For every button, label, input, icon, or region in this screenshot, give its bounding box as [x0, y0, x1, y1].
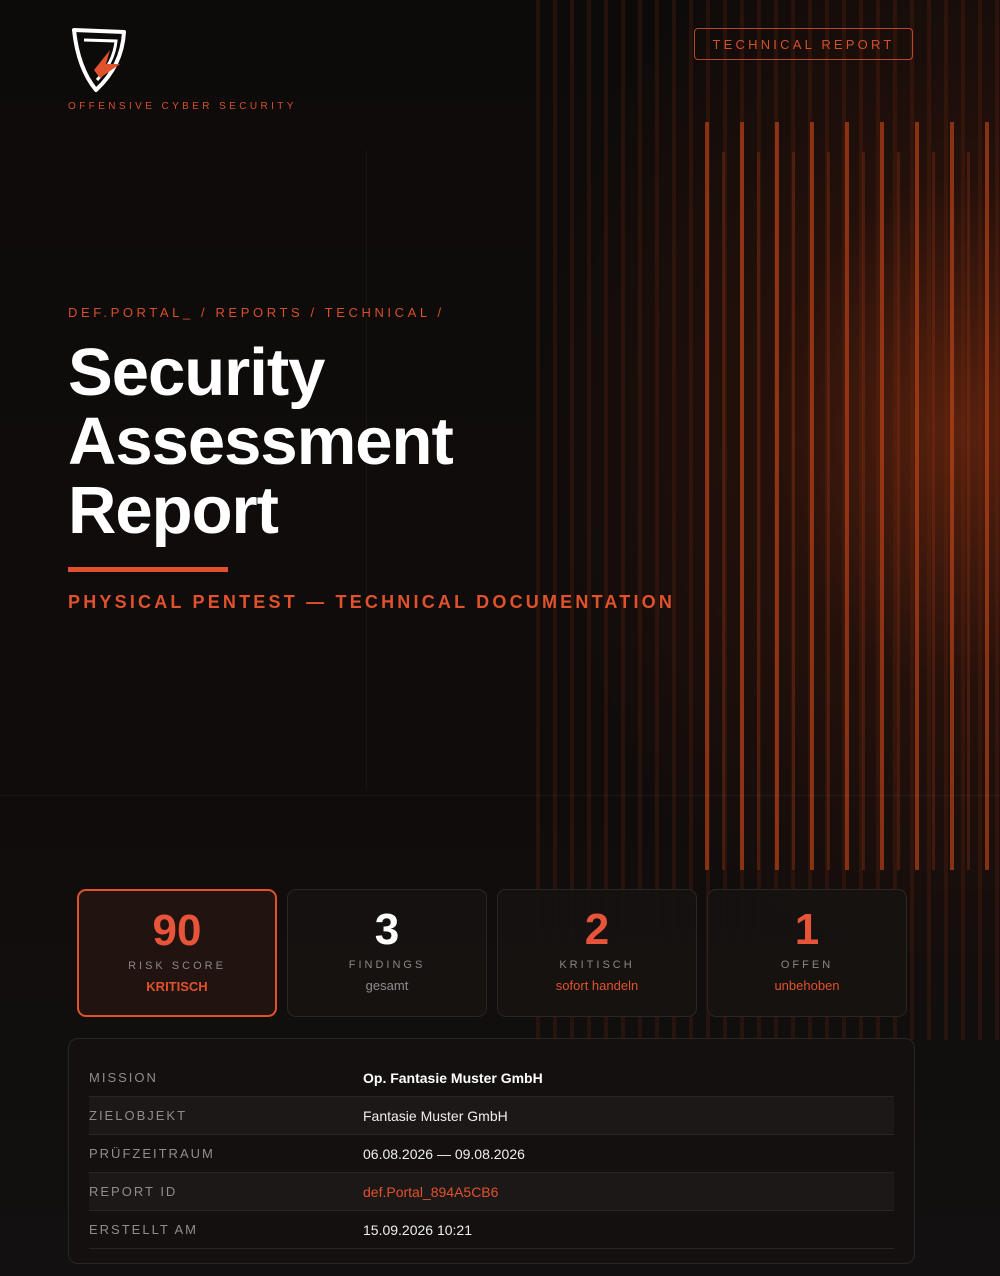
page-title-line: Security: [68, 335, 325, 410]
brand-tagline: OFFENSIVE CYBER SECURITY: [68, 101, 297, 112]
divider-line: [0, 795, 1000, 796]
detail-key: MISSION: [89, 1070, 158, 1085]
page-title: Security Assessment Report: [68, 335, 454, 548]
detail-key: REPORT ID: [89, 1184, 178, 1199]
risk-score-card: 90 RISK SCORE KRITISCH: [77, 889, 277, 1017]
report-details-table: MISSION Op. Fantasie Muster GmbH ZIELOBJ…: [68, 1038, 915, 1264]
open-value: 1: [794, 905, 820, 954]
open-sub: unbehoben: [774, 978, 840, 993]
detail-row-report-id: REPORT ID def.Portal_894A5CB6: [89, 1173, 894, 1211]
detail-value: Fantasie Muster GmbH: [363, 1107, 508, 1124]
detail-value: Op. Fantasie Muster GmbH: [363, 1069, 543, 1086]
detail-row-target: ZIELOBJEKT Fantasie Muster GmbH: [89, 1097, 894, 1135]
open-card: 1 OFFEN unbehoben: [707, 889, 907, 1017]
stats-row: 90 RISK SCORE KRITISCH 3 FINDINGS gesamt…: [77, 889, 907, 1017]
findings-label: FINDINGS: [348, 959, 426, 971]
page-subtitle: PHYSICAL PENTEST — TECHNICAL DOCUMENTATI…: [68, 592, 676, 612]
open-label: OFFEN: [780, 959, 834, 971]
detail-row-period: PRÜFZEITRAUM 06.08.2026 — 09.08.2026: [89, 1135, 894, 1173]
detail-key: PRÜFZEITRAUM: [89, 1146, 215, 1161]
background-stripes-near: [705, 122, 1000, 870]
shield-logo-icon: [70, 26, 128, 94]
findings-card: 3 FINDINGS gesamt: [287, 889, 487, 1017]
page-title-line: Assessment: [68, 404, 454, 479]
critical-label: KRITISCH: [559, 959, 635, 971]
detail-value: 06.08.2026 — 09.08.2026: [363, 1145, 525, 1162]
detail-key: ZIELOBJEKT: [89, 1108, 188, 1123]
detail-key: ERSTELLT AM: [89, 1222, 198, 1237]
page-title-line: Report: [68, 473, 279, 548]
report-type-badge: TECHNICAL REPORT: [694, 28, 913, 60]
title-underline: [68, 567, 228, 572]
risk-score-value: 90: [152, 906, 202, 955]
detail-value: 15.09.2026 10:21: [363, 1221, 472, 1238]
risk-score-label: RISK SCORE: [128, 960, 226, 972]
risk-score-severity: KRITISCH: [146, 979, 208, 994]
detail-row-mission: MISSION Op. Fantasie Muster GmbH: [89, 1059, 894, 1097]
critical-value: 2: [584, 905, 610, 954]
detail-value: def.Portal_894A5CB6: [363, 1183, 499, 1200]
critical-sub: sofort handeln: [555, 978, 639, 993]
findings-sub: gesamt: [365, 978, 409, 993]
critical-card: 2 KRITISCH sofort handeln: [497, 889, 697, 1017]
findings-value: 3: [374, 905, 400, 954]
breadcrumb: DEF.PORTAL_ / REPORTS / TECHNICAL /: [68, 305, 445, 320]
detail-row-created: ERSTELLT AM 15.09.2026 10:21: [89, 1211, 894, 1249]
